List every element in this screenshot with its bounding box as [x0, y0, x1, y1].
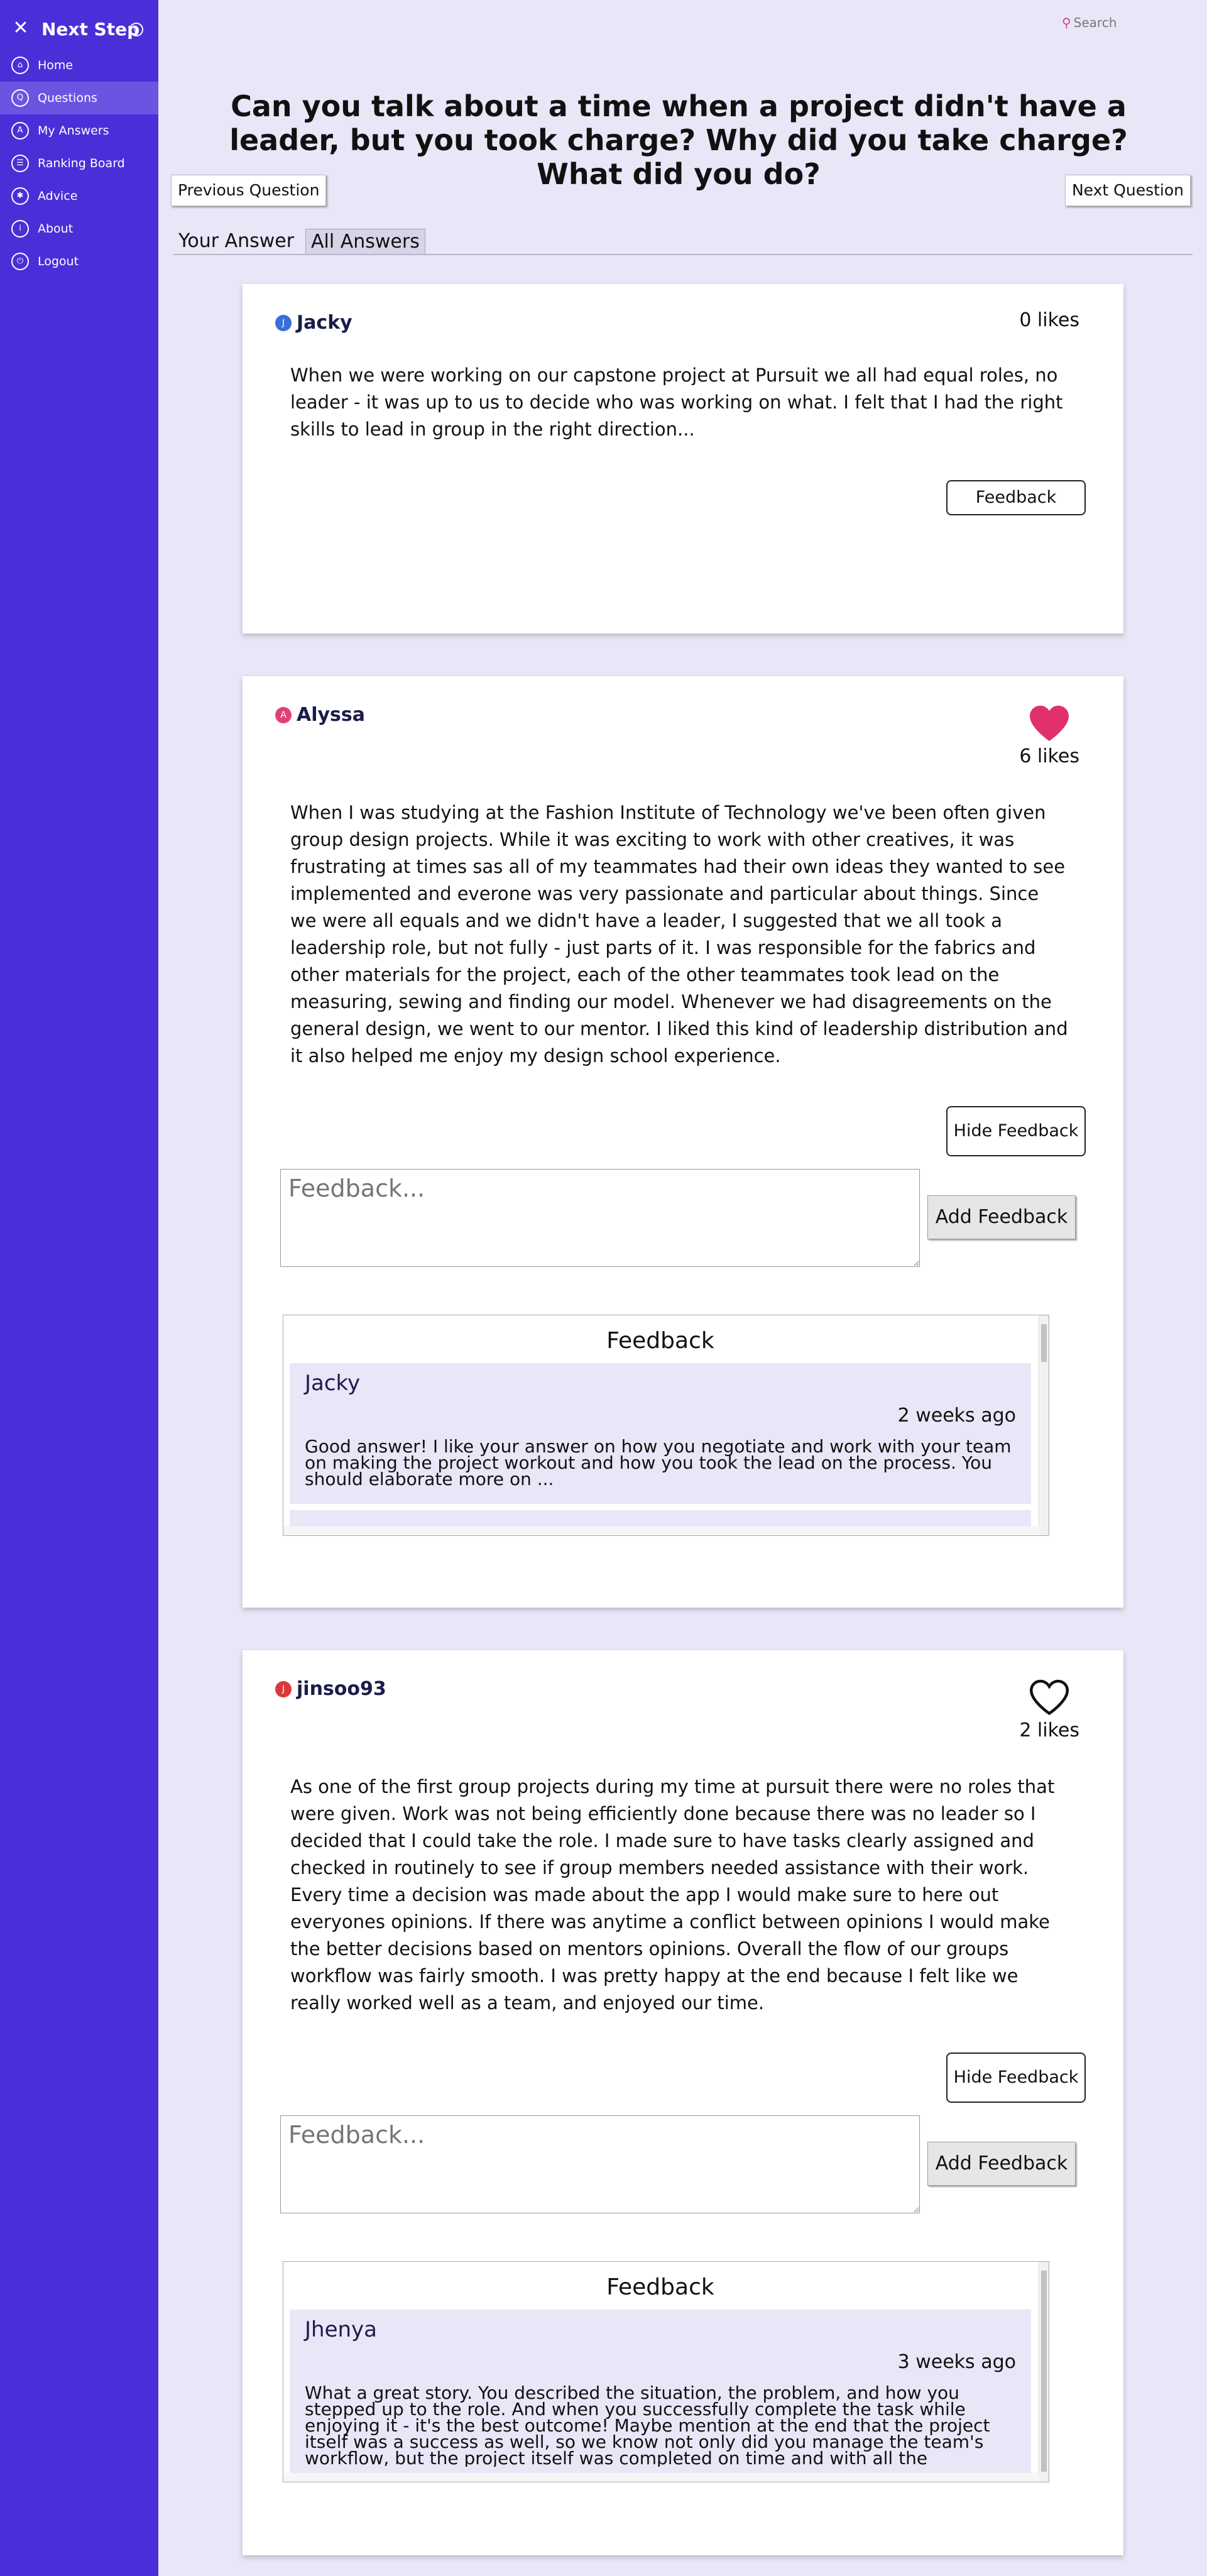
sidebar-item-logout[interactable]: ⏻ Logout	[0, 245, 158, 278]
search-icon: ⚲	[1062, 15, 1071, 30]
feedback-scrollbar[interactable]	[1039, 1315, 1049, 1535]
answer-card: A Alyssa 6 likes When I was studying at …	[243, 676, 1123, 1608]
feedback-title: Feedback	[606, 2274, 714, 2300]
feedback-input[interactable]	[280, 1169, 920, 1267]
feedback-panel: Feedback Jhenya 3 weeks ago What a great…	[283, 2261, 1049, 2482]
questions-icon: Q	[11, 89, 29, 107]
logout-icon: ⏻	[11, 253, 29, 270]
sidebar-item-ranking-board[interactable]: ☰ Ranking Board	[0, 147, 158, 180]
answer-text: When I was studying at the Fashion Insti…	[290, 802, 1068, 1066]
sidebar-item-about[interactable]: i About	[0, 212, 158, 245]
heart-filled-icon[interactable]	[1027, 704, 1071, 743]
username[interactable]: jinsoo93	[297, 1678, 386, 1700]
question-title: Can you talk about a time when a project…	[229, 89, 1128, 191]
search-link[interactable]: ⚲ Search	[1062, 15, 1117, 30]
tab-all-answers[interactable]: All Answers	[305, 229, 425, 254]
answer-text: When we were working on our capstone pro…	[290, 364, 1063, 440]
feedback-author: Jhenya	[305, 2317, 377, 2342]
answer-tabs: Your Answer All Answers	[173, 229, 1193, 255]
avatar: J	[275, 1680, 292, 1697]
sidebar-item-label: About	[38, 222, 74, 236]
sidebar-item-my-answers[interactable]: A My Answers	[0, 114, 158, 147]
feedback-text: What a great story. You described the si…	[305, 2385, 990, 2467]
likes-block: 6 likes	[1019, 704, 1079, 767]
sidebar-nav: ⌂ Home Q Questions A My Answers ☰ Ranking Board…	[0, 49, 158, 278]
heart-outline-icon[interactable]	[1027, 1678, 1071, 1717]
sidebar-item-label: Ranking Board	[38, 156, 125, 170]
tab-your-answer[interactable]: Your Answer	[173, 229, 299, 254]
likes-count: 0 likes	[1019, 309, 1079, 331]
add-feedback-button[interactable]: Add Feedback	[927, 1195, 1076, 1239]
app-title: Next Step	[41, 19, 140, 40]
feedback-button[interactable]: Feedback	[946, 480, 1086, 515]
likes-count: 6 likes	[1019, 745, 1079, 767]
feedback-scrollbar[interactable]	[1039, 2262, 1049, 2482]
feedback-author: Jacky	[305, 1371, 361, 1396]
my-answers-icon: A	[11, 122, 29, 140]
sidebar-item-label: Questions	[38, 91, 97, 105]
sidebar: ✕ Next Step ⊘ ⌂ Home Q Questions A My Answers…	[0, 0, 158, 2576]
feedback-time: 2 weeks ago	[897, 1405, 1016, 1427]
sidebar-item-label: Advice	[38, 189, 78, 203]
feedback-title: Feedback	[606, 1328, 714, 1354]
hide-feedback-button[interactable]: Hide Feedback	[946, 2053, 1086, 2103]
answer-card: J jinsoo93 2 likes As one of the first g…	[243, 1650, 1123, 2555]
about-icon: i	[11, 220, 29, 238]
sidebar-item-label: Logout	[38, 255, 79, 268]
feedback-horizontal-scrollbar[interactable]	[283, 1526, 1040, 1535]
feedback-horizontal-scrollbar[interactable]	[283, 2473, 1040, 2482]
username[interactable]: Jacky	[297, 312, 352, 334]
feedback-item: Jacky 2 weeks ago Good answer! I like yo…	[290, 1363, 1031, 1504]
avatar: J	[275, 314, 292, 331]
answer-user: J Jacky	[275, 312, 352, 334]
previous-question-button[interactable]: Previous Question	[171, 175, 327, 206]
feedback-input[interactable]	[280, 2115, 920, 2213]
add-feedback-button[interactable]: Add Feedback	[927, 2142, 1076, 2186]
sidebar-item-questions[interactable]: Q Questions	[0, 82, 158, 114]
answer-user: A Alyssa	[275, 704, 365, 726]
home-icon: ⌂	[11, 57, 29, 74]
hide-feedback-button[interactable]: Hide Feedback	[946, 1106, 1086, 1156]
likes-count: 2 likes	[1019, 1719, 1079, 1741]
sidebar-item-label: Home	[38, 58, 74, 72]
feedback-panel: Feedback Jacky 2 weeks ago Good answer! …	[283, 1315, 1049, 1536]
sidebar-header: ✕ Next Step ⊘	[11, 18, 156, 43]
sidebar-item-home[interactable]: ⌂ Home	[0, 49, 158, 82]
feedback-text: Good answer! I like your answer on how y…	[305, 1436, 1012, 1489]
ranking-board-icon: ☰	[11, 155, 29, 172]
sidebar-item-advice[interactable]: ✱ Advice	[0, 180, 158, 212]
username[interactable]: Alyssa	[297, 704, 365, 726]
advice-icon: ✱	[11, 187, 29, 205]
avatar: A	[275, 706, 292, 723]
likes-block: 2 likes	[1019, 1678, 1079, 1741]
search-label: Search	[1073, 15, 1117, 30]
compass-icon: ⊘	[129, 23, 143, 36]
close-icon[interactable]: ✕	[11, 18, 30, 39]
answer-text: As one of the first group projects durin…	[290, 1776, 1055, 2014]
next-question-button[interactable]: Next Question	[1064, 175, 1191, 206]
answer-card: J Jacky 0 likes When we were working on …	[243, 284, 1123, 633]
answer-user: J jinsoo93	[275, 1678, 386, 1700]
sidebar-item-label: My Answers	[38, 124, 109, 138]
feedback-item: Jhenya 3 weeks ago What a great story. Y…	[290, 2310, 1031, 2473]
feedback-time: 3 weeks ago	[897, 2351, 1016, 2373]
